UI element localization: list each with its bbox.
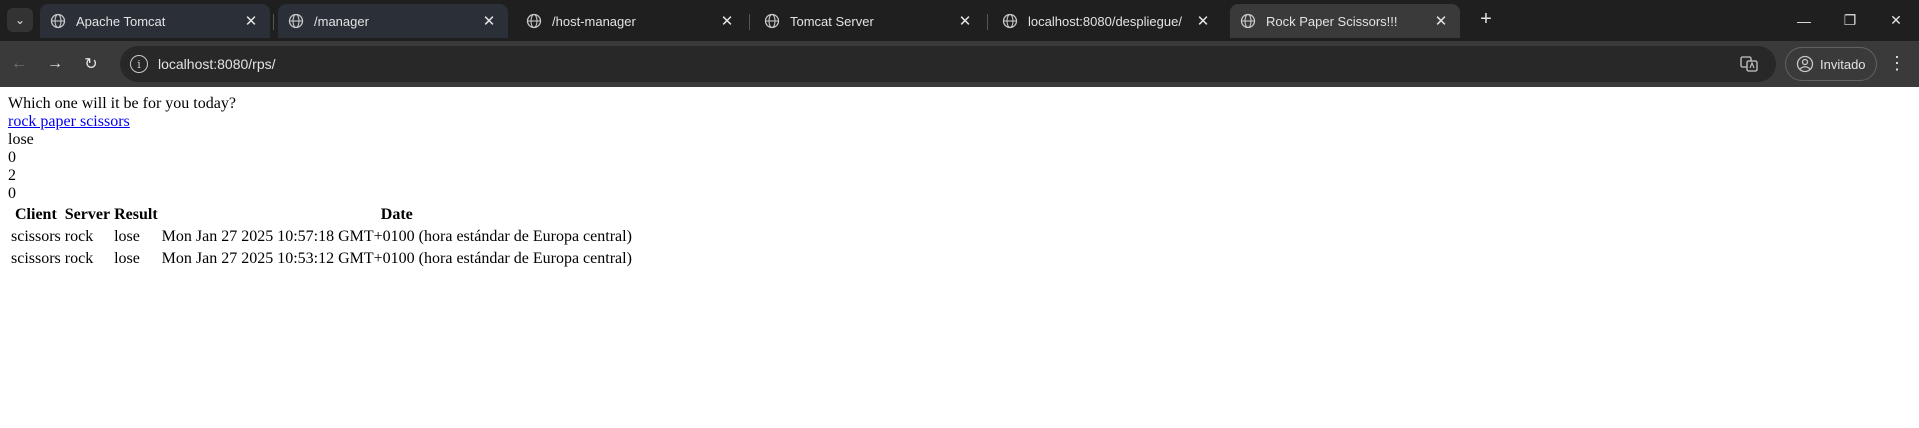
- back-button[interactable]: ←: [2, 47, 36, 81]
- restore-icon: ❐: [1843, 12, 1857, 28]
- tab-list: Apache Tomcat ✕ /manager ✕ /host-manager…: [40, 4, 1468, 38]
- reload-button[interactable]: ↻: [74, 47, 108, 81]
- result-text: lose: [8, 131, 34, 148]
- globe-icon: [1240, 13, 1256, 29]
- tab-tomcat-server[interactable]: Tomcat Server ✕: [754, 4, 988, 38]
- tab-title: localhost:8080/despliegue/: [1028, 13, 1182, 29]
- tab-host-manager[interactable]: /host-manager ✕: [516, 4, 750, 38]
- minimize-button[interactable]: —: [1781, 0, 1827, 41]
- close-icon: ✕: [1890, 12, 1902, 28]
- column-header: Date: [380, 206, 413, 223]
- tab-separator: [749, 14, 750, 30]
- tab-apache-tomcat[interactable]: Apache Tomcat ✕: [40, 4, 274, 38]
- tab-strip: ⌄ Apache Tomcat ✕ /manager ✕ /host-manag…: [0, 0, 1919, 41]
- globe-icon: [764, 13, 780, 29]
- more-vertical-icon: ⋮: [1888, 53, 1906, 73]
- chevron-down-icon: ⌄: [14, 13, 26, 27]
- arrow-left-icon: ←: [11, 55, 27, 72]
- restore-button[interactable]: ❐: [1827, 0, 1873, 41]
- address-bar[interactable]: i localhost:8080/rps/: [120, 46, 1776, 82]
- info-icon[interactable]: i: [130, 55, 148, 73]
- column-header: Result: [114, 206, 158, 223]
- tab-title: /manager: [314, 13, 369, 29]
- url-text[interactable]: localhost:8080/rps/: [158, 56, 1738, 72]
- history-table: Client Server Result Date scissors rock …: [8, 203, 635, 271]
- plus-icon: +: [1480, 8, 1492, 30]
- close-window-button[interactable]: ✕: [1873, 0, 1919, 41]
- globe-icon: [526, 13, 542, 29]
- profile-button[interactable]: Invitado: [1785, 47, 1877, 81]
- prompt-text: Which one will it be for you today?: [8, 95, 236, 112]
- table-header-row: Client Server Result Date: [10, 205, 633, 225]
- tab-rock-paper-scissors[interactable]: Rock Paper Scissors!!! ✕: [1230, 4, 1460, 38]
- tab-despliegue[interactable]: localhost:8080/despliegue/ ✕: [992, 4, 1222, 38]
- tab-manager[interactable]: /manager ✕: [278, 4, 508, 38]
- tab-title: Apache Tomcat: [76, 13, 166, 29]
- tab-search-button[interactable]: ⌄: [7, 8, 33, 32]
- close-icon[interactable]: ✕: [1194, 12, 1212, 30]
- close-icon[interactable]: ✕: [718, 12, 736, 30]
- reload-icon: ↻: [84, 56, 98, 73]
- table-row: scissors rock lose Mon Jan 27 2025 10:53…: [10, 249, 633, 269]
- globe-icon: [288, 13, 304, 29]
- tab-title: Rock Paper Scissors!!!: [1266, 13, 1398, 29]
- table-cell: rock: [64, 250, 94, 267]
- table-cell: lose: [114, 228, 140, 245]
- column-header: Server: [64, 206, 111, 223]
- globe-icon: [50, 13, 66, 29]
- score-value: 2: [8, 167, 16, 184]
- tab-title: Tomcat Server: [790, 13, 874, 29]
- close-icon[interactable]: ✕: [956, 12, 974, 30]
- page-content: Which one will it be for you today? rock…: [0, 87, 1919, 279]
- table-cell: rock: [64, 228, 94, 245]
- table-cell: lose: [114, 250, 140, 267]
- profile-label: Invitado: [1820, 56, 1866, 72]
- close-icon[interactable]: ✕: [480, 12, 498, 30]
- new-tab-button[interactable]: +: [1473, 8, 1499, 31]
- score-value: 0: [8, 149, 16, 166]
- table-cell: scissors: [11, 250, 61, 267]
- table-cell: Mon Jan 27 2025 10:53:12 GMT+0100 (hora …: [161, 250, 632, 267]
- translate-icon[interactable]: [1738, 53, 1760, 75]
- globe-icon: [1002, 13, 1018, 29]
- rps-link[interactable]: rock paper scissors: [8, 113, 130, 130]
- browser-toolbar: ← → ↻ i localhost:8080/rps/ Invitado ⋮: [0, 41, 1919, 87]
- more-menu-button[interactable]: ⋮: [1888, 53, 1906, 74]
- minimize-icon: —: [1797, 12, 1811, 29]
- close-icon[interactable]: ✕: [1432, 12, 1450, 30]
- window-controls: — ❐ ✕: [1781, 0, 1919, 41]
- arrow-right-icon: →: [47, 55, 63, 72]
- tab-separator: [987, 14, 988, 30]
- forward-button[interactable]: →: [38, 47, 72, 81]
- column-header: Client: [15, 206, 57, 223]
- table-row: scissors rock lose Mon Jan 27 2025 10:57…: [10, 227, 633, 247]
- score-value: 0: [8, 185, 16, 202]
- account-icon: [1796, 55, 1814, 73]
- tab-title: /host-manager: [552, 13, 636, 29]
- tab-separator: [273, 14, 274, 30]
- table-cell: scissors: [11, 228, 61, 245]
- table-cell: Mon Jan 27 2025 10:57:18 GMT+0100 (hora …: [161, 228, 632, 245]
- close-icon[interactable]: ✕: [242, 12, 260, 30]
